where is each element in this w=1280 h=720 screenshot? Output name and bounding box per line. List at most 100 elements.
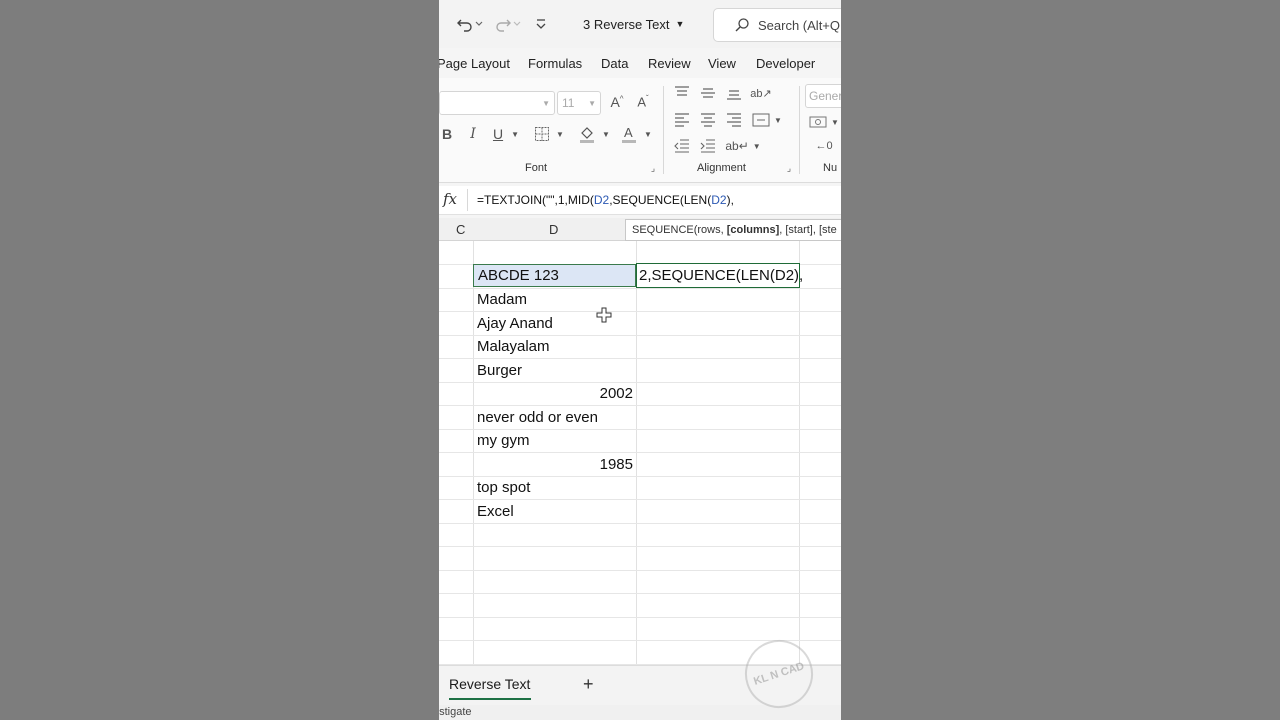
tooltip-text: SEQUENCE(rows, <box>632 224 724 236</box>
column-header-d[interactable]: D <box>549 222 558 237</box>
active-sheet-indicator <box>449 698 531 700</box>
tab-page-layout[interactable]: Page Layout <box>439 56 510 71</box>
chevron-down-icon: ▼ <box>752 141 761 151</box>
insert-function-button[interactable]: fx <box>443 190 463 210</box>
font-size-value: 11 <box>562 96 575 110</box>
cell-d6[interactable]: Burger <box>477 359 522 382</box>
decrease-indent-button[interactable] <box>673 137 691 155</box>
status-text: estigate <box>439 706 472 718</box>
cell-cursor-icon <box>596 307 612 323</box>
tab-review[interactable]: Review <box>648 56 691 71</box>
bold-icon: B <box>441 126 453 142</box>
wrap-text-button[interactable]: ab↵ ▼ <box>725 137 761 155</box>
chevron-down-icon: ▼ <box>556 129 564 139</box>
tooltip-active-arg: [columns] <box>726 224 780 236</box>
cell-edit-value: 2,SEQUENCE(LEN(D2), <box>639 267 804 284</box>
fill-color-button[interactable]: ▼ <box>577 124 611 144</box>
cell-value: top spot <box>477 479 531 496</box>
cell-value: ABCDE 123 <box>478 267 559 284</box>
tab-formulas[interactable]: Formulas <box>528 56 582 71</box>
excel-window: 3 Reverse Text ▼ Search (Alt+Q Page Layo… <box>439 0 841 720</box>
dialog-launcher-icon: ⌟ <box>786 162 792 173</box>
redo-icon <box>496 19 521 32</box>
cell-d3[interactable]: Madam <box>477 288 527 311</box>
wrap-text-icon: ab↵ <box>725 139 749 153</box>
orientation-button[interactable]: ab↗ <box>750 84 771 102</box>
align-left-button[interactable] <box>673 111 691 129</box>
redo-button[interactable] <box>491 12 525 36</box>
cell-d4[interactable]: Ajay Anand <box>477 312 553 335</box>
chevron-down-icon: ▼ <box>774 115 782 125</box>
increase-indent-button[interactable] <box>699 137 717 155</box>
font-color-button[interactable]: A ▼ <box>619 124 653 144</box>
column-header-c[interactable]: C <box>456 222 465 237</box>
number-format-dropdown[interactable]: Genera <box>805 84 841 108</box>
cell-d8[interactable]: never odd or even <box>477 406 598 429</box>
font-name-dropdown[interactable]: ▼ <box>439 91 555 115</box>
title-bar: 3 Reverse Text ▼ Search (Alt+Q <box>439 0 841 48</box>
bottom-align-button[interactable] <box>725 84 743 102</box>
currency-icon <box>809 116 827 128</box>
tab-view[interactable]: View <box>708 56 736 71</box>
borders-button[interactable]: ▼ <box>533 124 565 144</box>
function-tooltip: SEQUENCE(rows, [columns] , [start], [ste <box>625 219 841 241</box>
ribbon-separator <box>799 86 800 174</box>
increase-font-size-button[interactable]: A^ <box>606 91 628 113</box>
document-title[interactable]: 3 Reverse Text ▼ <box>583 12 684 36</box>
cell-e2-editing[interactable]: 2,SEQUENCE(LEN(D2), <box>636 263 804 288</box>
cell-value: never odd or even <box>477 409 598 426</box>
formula-input[interactable]: =TEXTJOIN("",1,MID(D2,SEQUENCE(LEN(D2), <box>477 193 734 207</box>
cell-d7[interactable]: 2002 <box>473 382 633 405</box>
sheet-tab-reverse-text[interactable]: Reverse Text <box>449 676 530 692</box>
underline-button[interactable]: U ▼ <box>491 124 521 144</box>
cell-d9[interactable]: my gym <box>477 429 530 452</box>
font-size-dropdown[interactable]: 11 ▼ <box>557 91 601 115</box>
formula-divider <box>467 189 468 211</box>
fx-icon: fx <box>443 190 458 208</box>
cell-value: Burger <box>477 362 523 379</box>
merge-center-button[interactable]: ▼ <box>751 111 783 129</box>
alignment-dialog-launcher[interactable]: ⌟ <box>783 162 795 174</box>
middle-align-icon <box>701 88 715 98</box>
cell-value: Excel <box>477 503 514 520</box>
worksheet-grid[interactable]: ABCDE 123 Madam Ajay Anand Malayalam Bur… <box>439 241 841 665</box>
chevron-down-icon: ▼ <box>602 129 610 139</box>
italic-button[interactable]: I <box>465 124 481 144</box>
gridline <box>799 241 800 665</box>
customize-qat-button[interactable] <box>531 12 551 36</box>
decrease-font-size-button[interactable]: Aˇ <box>632 91 654 113</box>
cell-value: Ajay Anand <box>477 315 553 332</box>
tab-developer[interactable]: Developer <box>756 56 815 71</box>
cell-value: 1985 <box>599 456 633 473</box>
increase-indent-icon <box>700 139 715 153</box>
font-group-label: Font <box>525 162 548 174</box>
bold-button[interactable]: B <box>439 124 455 144</box>
cell-d10[interactable]: 1985 <box>473 453 633 476</box>
cell-d12[interactable]: Excel <box>477 500 514 523</box>
middle-align-button[interactable] <box>699 84 717 102</box>
cell-d11[interactable]: top spot <box>477 476 530 499</box>
font-dialog-launcher[interactable]: ⌟ <box>647 162 659 174</box>
align-center-button[interactable] <box>699 111 717 129</box>
add-sheet-button[interactable]: + <box>583 674 594 695</box>
undo-icon <box>457 19 483 32</box>
svg-text:A: A <box>624 125 633 140</box>
italic-icon: I <box>470 126 476 142</box>
cell-value: my gym <box>477 432 530 449</box>
top-align-button[interactable] <box>673 84 691 102</box>
background-right <box>841 0 1280 720</box>
dialog-launcher-icon: ⌟ <box>650 162 656 173</box>
tab-data[interactable]: Data <box>601 56 628 71</box>
decimal-button[interactable]: ←0 <box>807 137 841 155</box>
currency-format-button[interactable]: ▼ <box>807 113 841 131</box>
align-right-icon <box>727 113 741 127</box>
align-right-button[interactable] <box>725 111 743 129</box>
cell-d5[interactable]: Malayalam <box>477 335 550 358</box>
gridline <box>636 241 637 665</box>
number-group-label: Nu <box>823 162 838 174</box>
increase-font-icon: A^ <box>610 94 624 110</box>
search-box[interactable]: Search (Alt+Q <box>713 8 841 42</box>
undo-button[interactable] <box>453 12 487 36</box>
dropdown-menu-icon <box>536 19 546 29</box>
cell-d2[interactable]: ABCDE 123 <box>473 264 636 287</box>
